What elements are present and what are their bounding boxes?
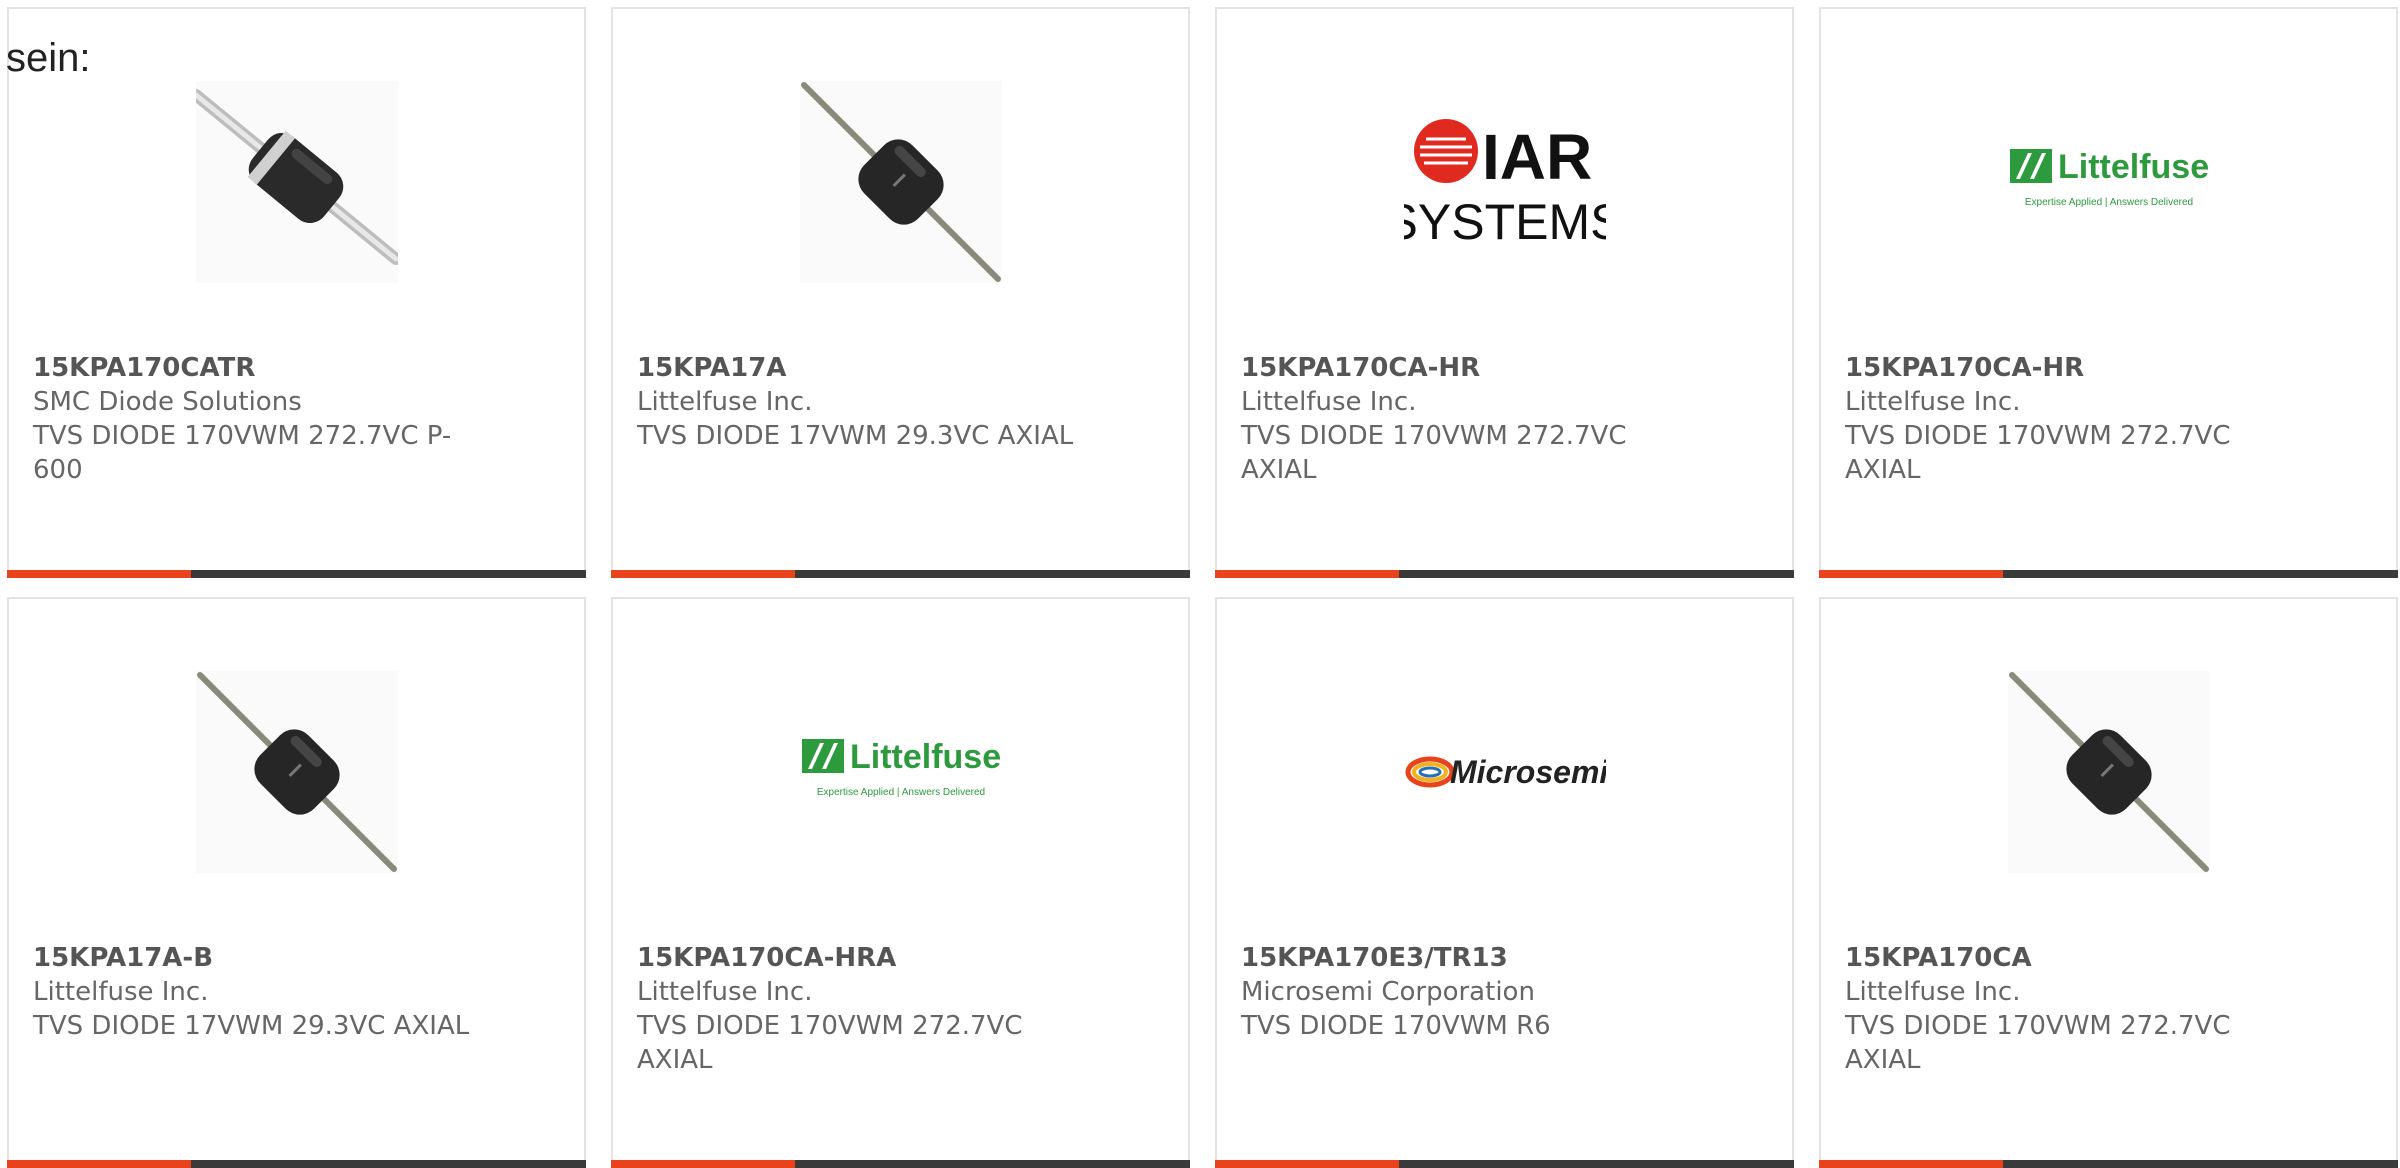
product-card[interactable]: 15KPA170CATR SMC Diode Solutions TVS DIO… [7, 7, 586, 578]
card-footer-bar [1819, 1160, 2398, 1168]
product-card[interactable]: Microsemi 15KPA170E3/TR13 Microsemi Corp… [1215, 597, 1794, 1168]
product-card[interactable]: Littelfuse Expertise Applied | Answers D… [611, 597, 1190, 1168]
manufacturer-name: Littelfuse Inc. [1845, 387, 2021, 417]
microsemi-logo: Microsemi [1404, 671, 1606, 873]
iar-systems-logo: IAR SYSTEMS [1404, 81, 1606, 283]
product-description: TVS DIODE 17VWM 29.3VC AXIAL [33, 1011, 470, 1041]
part-number[interactable]: 15KPA170CA-HR [1241, 351, 1681, 385]
product-card[interactable]: 15KPA170CA Littelfuse Inc. TVS DIODE 170… [1819, 597, 2398, 1168]
logo-text: Microsemi [1450, 754, 1606, 790]
part-number[interactable]: 15KPA17A-B [33, 941, 473, 975]
card-footer-bar [7, 1160, 586, 1168]
logo-tagline: Expertise Applied | Answers Delivered [2024, 197, 2192, 208]
logo-tagline: Expertise Applied | Answers Delivered [816, 787, 984, 798]
card-footer-bar [7, 570, 586, 578]
littelfuse-logo: Littelfuse Expertise Applied | Answers D… [2008, 81, 2210, 283]
part-number[interactable]: 15KPA170CATR [33, 351, 473, 385]
part-number[interactable]: 15KPA170CA [1845, 941, 2285, 975]
manufacturer-name: Littelfuse Inc. [637, 977, 813, 1007]
product-card[interactable]: IAR SYSTEMS 15KPA170CA-HR Littelfuse Inc… [1215, 7, 1794, 578]
card-footer-bar [1215, 570, 1794, 578]
logo-text: Littelfuse [2058, 148, 2209, 186]
littelfuse-logo: Littelfuse Expertise Applied | Answers D… [800, 671, 1002, 873]
logo-text: IAR [1482, 121, 1592, 193]
diode-axial-icon [799, 81, 1002, 283]
product-description: TVS DIODE 170VWM 272.7VC P-600 [33, 421, 452, 485]
part-number[interactable]: 15KPA17A [637, 351, 1077, 385]
logo-subtext: SYSTEMS [1404, 194, 1606, 250]
manufacturer-name: SMC Diode Solutions [33, 387, 302, 417]
card-footer-bar [611, 1160, 1190, 1168]
diode-axial-icon [195, 671, 398, 873]
logo-text: Littelfuse [850, 738, 1001, 776]
product-card[interactable]: 15KPA17A Littelfuse Inc. TVS DIODE 17VWM… [611, 7, 1190, 578]
product-description: TVS DIODE 170VWM R6 [1241, 1011, 1551, 1041]
product-description: TVS DIODE 17VWM 29.3VC AXIAL [637, 421, 1074, 451]
product-description: TVS DIODE 170VWM 272.7VC AXIAL [1845, 1011, 2231, 1075]
part-number[interactable]: 15KPA170CA-HR [1845, 351, 2285, 385]
product-grid: 15KPA170CATR SMC Diode Solutions TVS DIO… [7, 7, 2398, 1168]
product-card[interactable]: 15KPA17A-B Littelfuse Inc. TVS DIODE 17V… [7, 597, 586, 1168]
intro-text: sein: [6, 36, 91, 80]
product-description: TVS DIODE 170VWM 272.7VC AXIAL [1241, 421, 1627, 485]
card-footer-bar [1215, 1160, 1794, 1168]
product-description: TVS DIODE 170VWM 272.7VC AXIAL [1845, 421, 2231, 485]
part-number[interactable]: 15KPA170E3/TR13 [1241, 941, 1681, 975]
product-description: TVS DIODE 170VWM 272.7VC AXIAL [637, 1011, 1023, 1075]
product-card[interactable]: Littelfuse Expertise Applied | Answers D… [1819, 7, 2398, 578]
manufacturer-name: Littelfuse Inc. [33, 977, 209, 1007]
card-footer-bar [611, 570, 1190, 578]
manufacturer-name: Littelfuse Inc. [1241, 387, 1417, 417]
manufacturer-name: Microsemi Corporation [1241, 977, 1535, 1007]
diode-axial-icon [2007, 671, 2210, 873]
manufacturer-name: Littelfuse Inc. [637, 387, 813, 417]
card-footer-bar [1819, 570, 2398, 578]
diode-banded-icon [195, 81, 398, 283]
manufacturer-name: Littelfuse Inc. [1845, 977, 2021, 1007]
part-number[interactable]: 15KPA170CA-HRA [637, 941, 1077, 975]
